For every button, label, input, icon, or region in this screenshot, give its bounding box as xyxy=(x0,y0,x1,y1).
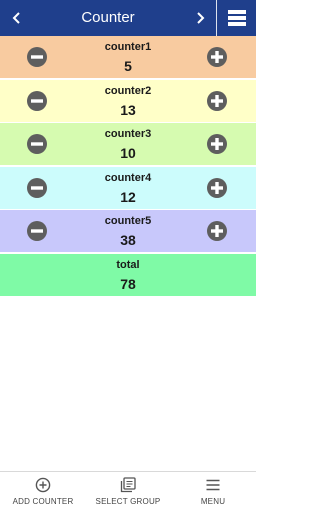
counter-value: 5 xyxy=(124,58,132,74)
total-value: 78 xyxy=(120,275,136,292)
chevron-left-icon xyxy=(12,12,20,24)
add-circle-icon xyxy=(35,477,51,493)
counter-name: counter5 xyxy=(104,215,152,227)
plus-circle-icon[interactable] xyxy=(207,177,227,198)
total-row: total 78 xyxy=(0,253,256,296)
plus-circle-icon[interactable] xyxy=(207,221,227,241)
bottom-navigation: ADD COUNTER SELECT GROUP MENU xyxy=(0,471,256,508)
list-menu-button[interactable] xyxy=(217,0,256,36)
select-group-tab[interactable]: SELECT GROUP xyxy=(95,472,161,508)
plus-circle-icon[interactable] xyxy=(207,47,227,67)
counter-value: 12 xyxy=(120,188,136,205)
total-label: total xyxy=(116,258,140,271)
list-menu-icon xyxy=(227,10,246,26)
add-counter-label: ADD COUNTER xyxy=(12,497,74,506)
counter-row: counter2 13 xyxy=(0,79,256,122)
counter-name: counter3 xyxy=(104,128,152,140)
counter-value: 10 xyxy=(120,145,136,161)
counter-row: counter4 12 xyxy=(0,166,256,209)
menu-tab[interactable]: MENU xyxy=(186,472,240,508)
header-bar: Counter xyxy=(0,0,256,36)
counter-name: counter2 xyxy=(104,84,152,97)
counter-value: 13 xyxy=(120,101,136,118)
minus-circle-icon[interactable] xyxy=(27,177,47,198)
next-group-button[interactable] xyxy=(188,0,212,36)
counter-row: counter3 10 xyxy=(0,123,256,165)
app-screen: Counter counter1 5 counter2 13 counter3 … xyxy=(0,0,256,508)
plus-circle-icon[interactable] xyxy=(207,134,227,154)
counter-name: counter1 xyxy=(104,41,152,53)
collection-icon xyxy=(120,477,136,493)
counter-row: counter5 38 xyxy=(0,210,256,252)
plus-circle-icon[interactable] xyxy=(207,90,227,111)
minus-circle-icon[interactable] xyxy=(27,134,47,154)
minus-circle-icon[interactable] xyxy=(27,47,47,67)
add-counter-tab[interactable]: ADD COUNTER xyxy=(10,472,76,508)
minus-circle-icon[interactable] xyxy=(27,221,47,241)
counter-row: counter1 5 xyxy=(0,36,256,78)
page-title: Counter xyxy=(81,9,135,26)
hamburger-icon xyxy=(206,479,220,491)
counter-value: 38 xyxy=(120,232,136,248)
menu-label: MENU xyxy=(200,497,226,506)
prev-group-button[interactable] xyxy=(6,0,28,36)
select-group-label: SELECT GROUP xyxy=(95,497,161,506)
chevron-right-icon xyxy=(197,12,205,24)
counter-name: counter4 xyxy=(104,171,152,184)
counter-list: counter1 5 counter2 13 counter3 10 count… xyxy=(0,36,256,297)
minus-circle-icon[interactable] xyxy=(27,90,47,111)
